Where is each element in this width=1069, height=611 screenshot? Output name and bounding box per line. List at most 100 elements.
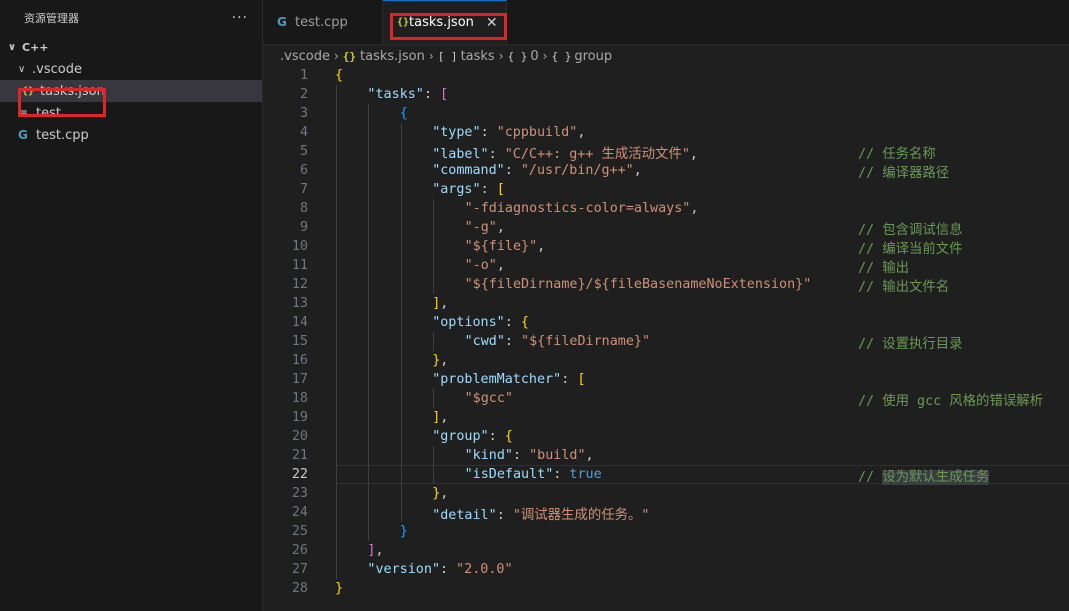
code-text: "label": "C/C++: g++ 生成活动文件",: [432, 142, 698, 162]
code-text: "$gcc": [465, 391, 513, 406]
code-line[interactable]: 16},: [263, 351, 1069, 370]
code-line[interactable]: 4 "type": "cppbuild",: [263, 123, 1069, 142]
code-line[interactable]: 18 "$gcc" // 使用 gcc 风格的错误解析: [263, 389, 1069, 409]
tab-test-cpp[interactable]: G test.cpp: [263, 0, 383, 44]
code-line[interactable]: 9 "-g", // 包含调试信息: [263, 218, 1069, 238]
code-comment: // 包含调试信息: [858, 222, 963, 238]
code-line[interactable]: 27 "version": "2.0.0": [263, 560, 1069, 579]
code-line[interactable]: 2 "tasks": [: [263, 85, 1069, 104]
json-icon: {}: [22, 85, 35, 97]
code-line[interactable]: 5 "label": "C/C++: g++ 生成活动文件", // 任务名称: [263, 142, 1069, 162]
code-line[interactable]: 26],: [263, 541, 1069, 560]
tree-folder-vscode[interactable]: ∨ .vscode: [0, 58, 262, 80]
cpp-file-icon: G: [18, 128, 28, 142]
line-number: 27: [291, 562, 308, 577]
indent-guide: [400, 237, 402, 256]
indent-guide: [368, 313, 370, 332]
code-line[interactable]: 15 "cwd": "${fileDirname}" // 设置执行目录: [263, 332, 1069, 352]
code-line[interactable]: 28}: [263, 579, 1069, 598]
indent-guide: [368, 332, 370, 351]
line-number: 20: [291, 429, 308, 444]
code-text: "problemMatcher": [: [432, 372, 585, 387]
object-icon: { }: [507, 49, 528, 63]
indent-guide: [400, 180, 402, 199]
code-line[interactable]: 6 "command": "/usr/bin/g++", // 编译器路径: [263, 161, 1069, 181]
code-line[interactable]: 11 "-o", // 输出: [263, 256, 1069, 276]
code-token: ,: [585, 448, 594, 463]
code-text: "command": "/usr/bin/g++",: [432, 163, 642, 178]
tree-folder-root[interactable]: ∨ C++: [0, 36, 262, 58]
line-number: 6: [299, 163, 308, 178]
indent-guide: [368, 522, 370, 541]
code-line[interactable]: 17 "problemMatcher": [: [263, 370, 1069, 389]
code-line[interactable]: 21 "kind": "build",: [263, 446, 1069, 465]
code-line[interactable]: 14 "options": {: [263, 313, 1069, 332]
code-text: "-fdiagnostics-color=always",: [465, 201, 699, 216]
code-text: {: [335, 68, 343, 83]
code-text: "-g",: [465, 220, 505, 235]
code-line[interactable]: 7 "args": [: [263, 180, 1069, 199]
indent-guide: [433, 218, 435, 237]
indent-guide: [433, 275, 435, 294]
tab-tasks-json[interactable]: {} tasks.json ✕: [383, 0, 507, 44]
code-text: "cwd": "${fileDirname}": [465, 334, 650, 349]
code-token: :: [488, 429, 505, 444]
code-line[interactable]: 8 "-fdiagnostics-color=always",: [263, 199, 1069, 218]
json-icon: {}: [342, 49, 357, 63]
indent-guide: [336, 161, 337, 180]
indent-guide: [368, 218, 370, 237]
line-number: 22: [291, 467, 308, 482]
code-line[interactable]: 13],: [263, 294, 1069, 313]
indent-guide: [336, 237, 337, 256]
code-line[interactable]: 1{: [263, 66, 1069, 85]
code-line[interactable]: 3{: [263, 104, 1069, 123]
breadcrumb-item-group[interactable]: group: [574, 49, 612, 64]
indent-guide: [336, 522, 337, 541]
indent-guide: [400, 484, 402, 503]
code-line[interactable]: 19],: [263, 408, 1069, 427]
code-line[interactable]: 22 "isDefault": true // 设为默认生成任务: [263, 465, 1069, 485]
code-token: "options": [432, 315, 505, 330]
tree-item-tasks-json[interactable]: {} tasks.json: [0, 80, 262, 102]
tree-item-test[interactable]: ≡ test: [0, 102, 262, 124]
code-token: ,: [440, 486, 449, 501]
tree-item-test-cpp[interactable]: G test.cpp: [0, 124, 262, 146]
code-token: "-fdiagnostics-color=always": [464, 201, 691, 216]
code-token: "build": [529, 448, 586, 463]
code-line[interactable]: 20 "group": {: [263, 427, 1069, 446]
chevron-right-icon: ›: [333, 49, 339, 63]
code-line[interactable]: 23},: [263, 484, 1069, 503]
code-token: :: [439, 562, 457, 577]
code-token: [: [577, 372, 586, 387]
code-text: "tasks": [: [367, 87, 448, 102]
breadcrumb-item-tasks[interactable]: tasks: [461, 49, 495, 64]
tab-label: test.cpp: [295, 14, 348, 30]
line-number: 13: [291, 296, 308, 311]
code-token: "-o": [464, 258, 497, 273]
indent-guide: [400, 218, 402, 237]
breadcrumb-item-index[interactable]: 0: [530, 49, 538, 64]
more-actions-icon[interactable]: ···: [232, 10, 248, 26]
code-line[interactable]: 12 "${fileDirname}/${fileBasenameNoExtens…: [263, 275, 1069, 295]
indent-guide: [336, 408, 337, 427]
code-token: true: [569, 467, 602, 482]
breadcrumb-item-file[interactable]: tasks.json: [360, 49, 425, 64]
code-comment: // 设为默认生成任务: [858, 469, 990, 485]
code-token: "/usr/bin/g++": [520, 163, 634, 178]
breadcrumb-item-vscode[interactable]: .vscode: [280, 49, 330, 64]
code-token: :: [496, 507, 513, 523]
file-label: tasks.json: [40, 83, 105, 99]
close-icon[interactable]: ✕: [486, 15, 498, 31]
code-line[interactable]: 24 "detail": "调试器生成的任务。": [263, 503, 1069, 523]
indent-guide: [336, 85, 337, 104]
indent-guide: [368, 199, 370, 218]
indent-guide: [400, 351, 402, 370]
line-number: 4: [299, 125, 308, 140]
code-editor[interactable]: 1{2 "tasks": [3{4 "type": "cppbuild", 5 "lab…: [263, 66, 1069, 598]
code-token: "${file}": [464, 239, 538, 254]
code-line[interactable]: 25}: [263, 522, 1069, 541]
code-line[interactable]: 10 "${file}", // 编译当前文件: [263, 237, 1069, 257]
code-token: ,: [496, 258, 505, 273]
code-text: },: [432, 353, 448, 368]
breadcrumb: .vscode › {} tasks.json › [ ] tasks › { …: [263, 45, 1069, 67]
